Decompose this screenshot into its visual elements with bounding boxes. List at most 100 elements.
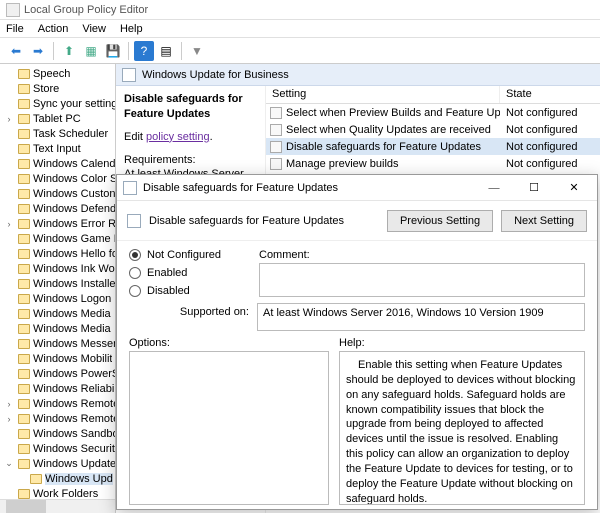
tree-item[interactable]: ›Windows Error R	[0, 216, 115, 231]
tree-item[interactable]: Task Scheduler	[0, 126, 115, 141]
titlebar: Local Group Policy Editor	[0, 0, 600, 20]
tree-item[interactable]: Text Input	[0, 141, 115, 156]
tree-item[interactable]: Windows Logon	[0, 291, 115, 306]
setting-state: Not configured	[500, 124, 600, 136]
list-row[interactable]: Manage preview buildsNot configured	[266, 155, 600, 172]
radio-not-configured[interactable]: Not Configured	[129, 249, 249, 261]
comment-label: Comment:	[259, 249, 585, 261]
tree-item[interactable]: Windows Securit	[0, 441, 115, 456]
minimize-button[interactable]: —	[477, 177, 511, 199]
menubar: File Action View Help	[0, 20, 600, 38]
folder-icon	[18, 219, 30, 229]
tree-item-label: Windows Sandbo	[33, 428, 115, 440]
folder-icon	[18, 69, 30, 79]
folder-icon	[18, 324, 30, 334]
caret-icon[interactable]: ›	[4, 114, 14, 124]
maximize-button[interactable]: ☐	[517, 177, 551, 199]
col-setting[interactable]: Setting	[266, 86, 500, 103]
back-button[interactable]: ⬅	[6, 41, 26, 61]
next-setting-button[interactable]: Next Setting	[501, 210, 587, 232]
folder-icon	[30, 474, 42, 484]
tree-item[interactable]: Windows Sandbo	[0, 426, 115, 441]
tree-item-label: Sync your settings	[33, 98, 115, 110]
export-button[interactable]: 💾	[103, 41, 123, 61]
setting-icon	[270, 107, 282, 119]
menu-help[interactable]: Help	[120, 23, 143, 35]
previous-setting-button[interactable]: Previous Setting	[387, 210, 493, 232]
help-button[interactable]: ?	[134, 41, 154, 61]
caret-icon[interactable]: ⌄	[4, 458, 14, 469]
help-column: Help: Enable this setting when Feature U…	[339, 337, 585, 505]
forward-button[interactable]: ➡	[28, 41, 48, 61]
edit-policy-link[interactable]: policy setting	[146, 131, 210, 143]
menu-view[interactable]: View	[82, 23, 106, 35]
tree-item-label: Windows Installe	[33, 278, 115, 290]
tree-item-label: Windows Custon	[33, 188, 115, 200]
setting-name: Disable safeguards for Feature Updates	[286, 141, 481, 153]
tree-item[interactable]: Speech	[0, 66, 115, 81]
tree-item[interactable]: ›Windows Remote	[0, 411, 115, 426]
radio-group: Not Configured Enabled Disabled	[129, 249, 249, 297]
caret-icon[interactable]: ›	[4, 414, 14, 424]
tree-item[interactable]: Windows Color S	[0, 171, 115, 186]
edit-policy-line: Edit policy setting.	[124, 130, 257, 145]
tree-item[interactable]: Windows Messer	[0, 336, 115, 351]
tree-item[interactable]: Windows PowerS	[0, 366, 115, 381]
caret-icon[interactable]: ›	[4, 219, 14, 229]
up-button[interactable]: ⬆	[59, 41, 79, 61]
folder-icon	[18, 264, 30, 274]
tree-item[interactable]: Windows Upd	[0, 471, 115, 486]
tree-item[interactable]: Sync your settings	[0, 96, 115, 111]
radio-dot-icon	[129, 249, 141, 261]
comment-input[interactable]	[259, 263, 585, 297]
tree-pane[interactable]: SpeechStore Sync your settings›Tablet PC T…	[0, 64, 116, 513]
tree-item[interactable]: Windows Ink Wo	[0, 261, 115, 276]
folder-icon	[18, 414, 30, 424]
radio-disabled[interactable]: Disabled	[129, 285, 249, 297]
setting-state: Not configured	[500, 141, 600, 153]
tree-hscrollbar[interactable]	[0, 499, 116, 513]
tree-item[interactable]: ›Tablet PC	[0, 111, 115, 126]
list-row[interactable]: Disable safeguards for Feature Updates No…	[266, 138, 600, 155]
tree-item[interactable]: Windows Defend	[0, 201, 115, 216]
list-header: Setting State	[266, 86, 600, 104]
supported-label: Supported on:	[129, 303, 249, 318]
tree-item[interactable]: Windows Calend	[0, 156, 115, 171]
folder-icon	[18, 279, 30, 289]
radio-label: Enabled	[147, 267, 187, 279]
tree-item-label: Windows Hello fo	[33, 248, 115, 260]
category-icon	[122, 68, 136, 82]
dialog-icon	[123, 181, 137, 195]
tree-item[interactable]: Windows Mobilit	[0, 351, 115, 366]
filter-button[interactable]: ▼	[187, 41, 207, 61]
tree-item[interactable]: Windows Installe	[0, 276, 115, 291]
tree-item-label: Windows Reliabil	[33, 383, 115, 395]
tree-item[interactable]: ⌄Windows Update	[0, 456, 115, 471]
tree-item[interactable]: Windows Media	[0, 321, 115, 336]
list-row[interactable]: Select when Preview Builds and Feature U…	[266, 104, 600, 121]
tree-item[interactable]: Windows Hello fo	[0, 246, 115, 261]
properties-button[interactable]: ▤	[156, 41, 176, 61]
tree-item[interactable]: ›Windows Remote	[0, 396, 115, 411]
toolbar-separator	[53, 42, 54, 60]
config-row: Not Configured Enabled Disabled Comment:	[129, 249, 585, 297]
tree-item[interactable]: Windows Custon	[0, 186, 115, 201]
close-button[interactable]: ✕	[557, 177, 591, 199]
caret-icon[interactable]: ›	[4, 399, 14, 409]
policy-icon	[127, 214, 141, 228]
folder-icon	[18, 489, 30, 499]
dialog-titlebar[interactable]: Disable safeguards for Feature Updates —…	[117, 175, 597, 201]
col-state[interactable]: State	[500, 86, 600, 103]
tree-item[interactable]: Store	[0, 81, 115, 96]
folder-icon	[18, 444, 30, 454]
tree-item-label: Windows Mobilit	[33, 353, 112, 365]
tree-item[interactable]: Windows Game F	[0, 231, 115, 246]
radio-enabled[interactable]: Enabled	[129, 267, 249, 279]
tree-item[interactable]: Windows Reliabil	[0, 381, 115, 396]
tree-item-label: Task Scheduler	[33, 128, 108, 140]
menu-file[interactable]: File	[6, 23, 24, 35]
show-hide-tree-button[interactable]: ▦	[81, 41, 101, 61]
tree-item[interactable]: Windows Media	[0, 306, 115, 321]
list-row[interactable]: Select when Quality Updates are received…	[266, 121, 600, 138]
menu-action[interactable]: Action	[38, 23, 69, 35]
